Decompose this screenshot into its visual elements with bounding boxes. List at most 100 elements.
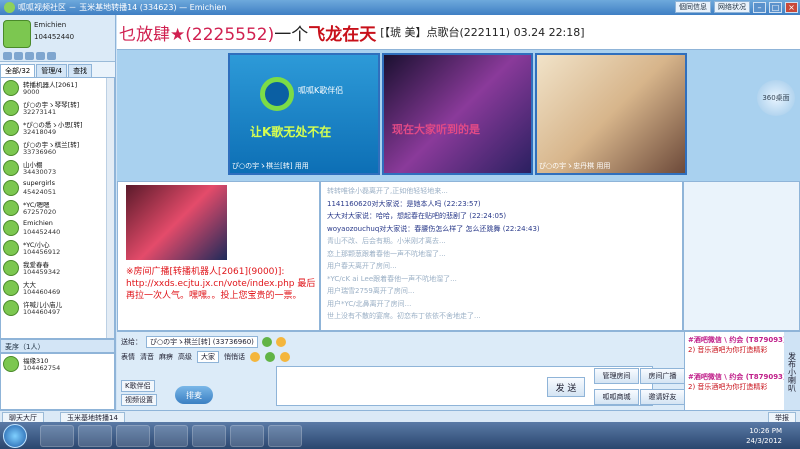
- mic-queue-header: 麦序（1人）: [0, 339, 115, 353]
- user-avatar: [3, 100, 19, 116]
- option-numb[interactable]: 麻痹: [159, 352, 173, 362]
- tab-all[interactable]: 全部/32: [0, 64, 36, 77]
- send-to-select[interactable]: ぴ○の宇ゝ棋兰[转] (33736960): [146, 336, 258, 348]
- option-advanced[interactable]: 高级: [178, 352, 192, 362]
- list-item[interactable]: ぴ○の宇ゝ棋兰[转] 33736960: [1, 138, 114, 158]
- option-clear[interactable]: 清音: [140, 352, 154, 362]
- list-item[interactable]: 转播机器人[2061] 9000: [1, 78, 114, 98]
- input-area: 送给： ぴ○の宇ゝ棋兰[转] (33736960) 表情 清音 麻痹 高级 大家…: [117, 331, 800, 411]
- color-icon[interactable]: [265, 352, 275, 362]
- tool-icon[interactable]: [3, 52, 12, 60]
- room-broadcast-note: ※房间广播[转播机器人[2061](9000)]: http://xxds.ec…: [126, 267, 316, 301]
- tool-icon[interactable]: [25, 52, 34, 60]
- user-id: 104462754: [23, 364, 61, 372]
- k-song-button[interactable]: K歌伴侣: [121, 380, 155, 392]
- emoji-icon[interactable]: [280, 352, 290, 362]
- video-settings-button[interactable]: 视频设置: [121, 394, 157, 406]
- mic-queue-list: 福缘310 104462754: [0, 353, 115, 410]
- send-toolbar: 送给： ぴ○の宇ゝ棋兰[转] (33736960): [117, 335, 286, 349]
- speaker-label[interactable]: 发布小喇叭: [784, 332, 800, 411]
- windows-taskbar: 10:26 PM 24/3/2012: [0, 422, 800, 449]
- chat-message: 用户*YC/北鼻离开了房间...: [327, 299, 412, 308]
- chat-message: 用户春天离开了房间...: [327, 262, 397, 270]
- option-emote[interactable]: 表情: [121, 352, 135, 362]
- network-status-button[interactable]: 网络状况: [714, 1, 750, 13]
- chat-log: 转转唯徐小磊离开了,正如他轻轻地来... 1141160620对大家说：是她本人吗…: [320, 181, 683, 331]
- list-item[interactable]: 大大 104460469: [1, 278, 114, 298]
- ad-subtitle[interactable]: 2) 音乐酒吧为你打造精彩: [688, 345, 767, 355]
- tab-search[interactable]: 查找: [68, 64, 93, 77]
- clock-time[interactable]: 10:26 PM: [749, 427, 782, 435]
- ad-subtitle[interactable]: 2) 音乐酒吧为你打造精彩: [688, 382, 767, 392]
- video-slogan: 让K歌无处不在: [250, 125, 332, 139]
- taskbar-app-icon[interactable]: [268, 425, 302, 447]
- taskbar-app-icon[interactable]: [116, 425, 150, 447]
- close-icon[interactable]: ×: [785, 1, 798, 13]
- taskbar-app-icon[interactable]: [192, 425, 226, 447]
- list-item[interactable]: *ぴ○の悉ゝ小思[转] 32418049: [1, 118, 114, 138]
- list-item[interactable]: ぴ○の宇ゝ琴琴[转] 32273141: [1, 98, 114, 118]
- user-avatar: [3, 300, 19, 316]
- list-item[interactable]: *YC/嗯嗯 67257020: [1, 198, 114, 218]
- send-to-label: 送给：: [121, 338, 142, 346]
- user-avatar: [3, 280, 19, 296]
- list-item[interactable]: supergirls 45424051: [1, 178, 114, 198]
- marquee-connector: 一个: [274, 24, 309, 45]
- self-nick: Emichien: [34, 21, 67, 29]
- tool-icon[interactable]: [36, 52, 45, 60]
- video-panel-1[interactable]: 呱呱K歌伴侣 让K歌无处不在 ぴ○の宇ゝ棋兰[转] 用用: [228, 53, 380, 175]
- video-caption: ぴ○の宇ゝ忠丹棋 用用: [539, 162, 611, 170]
- taskbar-app-icon[interactable]: [40, 425, 74, 447]
- send-button[interactable]: 发 送: [547, 377, 585, 397]
- desk-360-icon[interactable]: 360桌面: [757, 80, 795, 116]
- taskbar-browser-icon[interactable]: [78, 425, 112, 447]
- room-photo-panel: ※房间广播[转播机器人[2061](9000)]: http://xxds.ec…: [117, 181, 320, 331]
- list-item[interactable]: 福缘310 104462754: [1, 354, 114, 374]
- user-id: 32418049: [23, 128, 57, 136]
- marquee-gift: 飞龙在天: [308, 24, 377, 45]
- user-id: 33736960: [23, 148, 57, 156]
- maximize-icon[interactable]: □: [769, 1, 782, 13]
- video-caption: ぴ○の宇ゝ棋兰[转] 用用: [232, 162, 309, 170]
- title-bar: 呱呱视频社区 － 玉米基地转播14 (334623) — Emichien 個同…: [0, 0, 800, 15]
- gift-icon[interactable]: [275, 337, 286, 347]
- user-tabs: 全部/32 管理/4 查找: [0, 64, 115, 77]
- clock-date[interactable]: 24/3/2012: [746, 437, 782, 445]
- ad-title[interactable]: #酒吧微信 \ 约会 (T879093): [688, 335, 786, 345]
- room-broadcast-button[interactable]: 房间广播: [640, 368, 685, 384]
- user-name: supergirls: [23, 179, 55, 187]
- video-panel-3[interactable]: ぴ○の宇ゝ忠丹棋 用用: [535, 53, 687, 175]
- font-icon[interactable]: [250, 352, 260, 362]
- self-avatar[interactable]: [3, 20, 31, 48]
- shop-button[interactable]: 呱呱商城: [594, 389, 639, 405]
- list-item[interactable]: Emichien 104452440: [1, 218, 114, 238]
- tool-icon[interactable]: [47, 52, 56, 60]
- smile-icon[interactable]: [261, 337, 272, 347]
- target-select[interactable]: 大家: [197, 351, 219, 363]
- ad-title[interactable]: #酒吧微信 \ 约会 (T879093): [688, 372, 786, 382]
- taskbar-folder-icon[interactable]: [154, 425, 188, 447]
- user-avatar: [3, 160, 19, 176]
- list-item[interactable]: 许喊儿小庙儿 104460497: [1, 298, 114, 318]
- invite-friends-button[interactable]: 邀请好友: [640, 389, 685, 405]
- chat-message: 青山不改、后会有期。小米刚才离去...: [327, 237, 446, 245]
- user-avatar: [3, 180, 19, 196]
- tab-managers[interactable]: 管理/4: [36, 64, 68, 77]
- start-button[interactable]: [3, 424, 27, 448]
- user-id: 104460497: [23, 308, 61, 316]
- list-item[interactable]: *YC/小心 104456912: [1, 238, 114, 258]
- manage-room-button[interactable]: 管理房间: [594, 368, 639, 384]
- whisper-checkbox[interactable]: 悄悄话: [224, 352, 245, 362]
- taskbar-app-icon[interactable]: [230, 425, 264, 447]
- list-item[interactable]: 我爱春春 104459342: [1, 258, 114, 278]
- chat-message: 世上没有不散的宴席。初恋布丁依依不舍地走了...: [327, 312, 481, 320]
- tool-icon[interactable]: [14, 52, 23, 60]
- user-avatar: [3, 220, 19, 236]
- list-item[interactable]: 山小棚 34430073: [1, 158, 114, 178]
- queue-mic-button[interactable]: 排麦: [175, 386, 213, 404]
- chat-message: 用户瑞雪2759离开了房间...: [327, 287, 415, 295]
- personal-info-button[interactable]: 個同信息: [675, 1, 711, 13]
- video-panel-2[interactable]: 现在大家听到的是: [382, 53, 533, 175]
- minimize-icon[interactable]: –: [753, 1, 766, 13]
- user-id: 104460469: [23, 288, 61, 296]
